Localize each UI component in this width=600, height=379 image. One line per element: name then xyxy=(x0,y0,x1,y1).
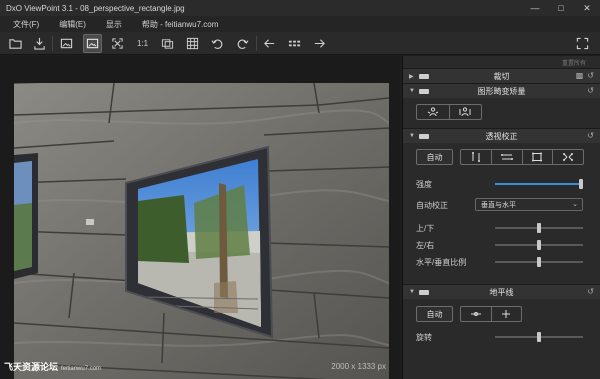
next-image-icon[interactable] xyxy=(310,34,329,53)
horizontal-label: 左/右 xyxy=(416,241,435,250)
fullscreen-icon[interactable] xyxy=(573,34,592,53)
horizontal-level-icon[interactable] xyxy=(461,307,492,321)
volume-section-body xyxy=(403,98,600,128)
image-size-label: 2000 x 1333 px xyxy=(331,362,386,371)
perspective-mode-group xyxy=(460,149,584,165)
original-view-icon[interactable] xyxy=(57,34,76,53)
crop-section-header[interactable]: ▶ 裁切 ▩ ↺ xyxy=(403,68,600,83)
auto-correct-value: 垂直与水平 xyxy=(481,201,516,209)
title-bar: DxO ViewPoint 3.1 - 08_perspective_recta… xyxy=(0,0,600,16)
photo-preview xyxy=(14,83,389,379)
vertical-lines-icon[interactable] xyxy=(461,150,492,164)
auto-correct-label: 自动校正 xyxy=(416,201,448,210)
menu-file[interactable]: 文件(F) xyxy=(0,19,46,30)
ratio-slider-thumb[interactable] xyxy=(537,257,541,267)
toolbar: 1:1 xyxy=(0,32,600,55)
corrected-view-icon[interactable] xyxy=(83,34,102,53)
menu-edit[interactable]: 编辑(E) xyxy=(46,19,93,30)
horizontal-slider[interactable] xyxy=(495,240,583,250)
zoom-100-button[interactable]: 1:1 xyxy=(133,34,152,53)
maximize-button[interactable]: □ xyxy=(548,0,574,16)
minimize-button[interactable]: — xyxy=(522,0,548,16)
volume-mode-group xyxy=(416,104,482,120)
ratio-label: 水平/垂直比例 xyxy=(416,258,467,267)
horizon-mode-group xyxy=(460,306,522,322)
rectangle-icon[interactable] xyxy=(523,150,554,164)
menu-help[interactable]: 帮助 - feitianwu7.com xyxy=(129,19,225,30)
reset-icon[interactable]: ↺ xyxy=(587,287,594,296)
horizon-section-title: 地平线 xyxy=(489,287,514,297)
intensity-slider-thumb[interactable] xyxy=(579,179,583,189)
rotate-slider-thumb[interactable] xyxy=(537,332,541,342)
horizon-auto-button[interactable]: 自动 xyxy=(416,306,453,322)
vertical-slider[interactable] xyxy=(495,223,583,233)
auto-correct-select[interactable]: 垂直与水平 ⌄ xyxy=(475,198,583,211)
crop-section-title: 裁切 xyxy=(493,71,510,81)
perspective-section-title: 透视校正 xyxy=(485,131,518,141)
rotate-slider[interactable] xyxy=(495,332,583,342)
tools-panel: 重置所有 ▶ 裁切 ▩ ↺ ▼ 图形畸变矫量 ↺ ▼ 透视校正 ↺ 自动 强度 … xyxy=(402,56,600,379)
image-viewer[interactable]: 飞天资源论坛 feitianwu7.com 2000 x 1333 px xyxy=(0,56,400,379)
export-icon[interactable] xyxy=(30,34,49,53)
volume-section-header[interactable]: ▼ 图形畸变矫量 ↺ xyxy=(403,83,600,98)
menu-bar: 文件(F) 编辑(E) 显示 帮助 - feitianwu7.com xyxy=(0,16,600,32)
vertical-label: 上/下 xyxy=(416,224,435,233)
fit-to-screen-icon[interactable] xyxy=(108,34,127,53)
horizon-section-header[interactable]: ▼ 地平线 ↺ xyxy=(403,284,600,299)
open-folder-icon[interactable] xyxy=(6,34,25,53)
previous-image-icon[interactable] xyxy=(260,34,279,53)
reset-all-link[interactable]: 重置所有 xyxy=(403,56,600,68)
window-title: DxO ViewPoint 3.1 - 08_perspective_recta… xyxy=(6,3,185,13)
close-button[interactable]: ✕ xyxy=(574,0,600,16)
perspective-auto-button[interactable]: 自动 xyxy=(416,149,453,165)
perspective-section-body: 自动 强度 自动校正 垂直与水平 ⌄ 上/下 左/右 水平/垂直比例 xyxy=(403,143,600,284)
rotate-label: 旋转 xyxy=(416,333,432,342)
intensity-label: 强度 xyxy=(416,180,432,189)
reset-icon[interactable]: ↺ xyxy=(587,71,594,80)
horizontal-slider-thumb[interactable] xyxy=(537,240,541,250)
horizon-section-body: 自动 旋转 xyxy=(403,299,600,359)
horizontal-lines-icon[interactable] xyxy=(492,150,523,164)
perspective-section-header[interactable]: ▼ 透视校正 ↺ xyxy=(403,128,600,143)
copy-icon[interactable]: ▩ xyxy=(576,71,584,80)
ratio-slider[interactable] xyxy=(495,257,583,267)
chevron-down-icon: ⌄ xyxy=(572,201,578,208)
vertical-slider-thumb[interactable] xyxy=(537,223,541,233)
reset-icon[interactable]: ↺ xyxy=(587,86,594,95)
reset-icon[interactable]: ↺ xyxy=(587,131,594,140)
grid-icon[interactable] xyxy=(183,34,202,53)
rotate-right-icon[interactable] xyxy=(233,34,252,53)
menu-view[interactable]: 显示 xyxy=(93,19,129,30)
watermark-text: 飞天资源论坛 feitianwu7.com xyxy=(4,362,102,372)
cylindrical-person-icon[interactable] xyxy=(417,105,450,119)
rotate-left-icon[interactable] xyxy=(208,34,227,53)
thumbnails-icon[interactable] xyxy=(285,34,304,53)
spherical-person-icon[interactable] xyxy=(450,105,482,119)
intensity-slider[interactable] xyxy=(495,179,583,189)
volume-section-title: 图形畸变矫量 xyxy=(477,86,526,96)
vertical-level-icon[interactable] xyxy=(492,307,522,321)
eight-points-icon[interactable] xyxy=(553,150,583,164)
compare-icon[interactable] xyxy=(158,34,177,53)
